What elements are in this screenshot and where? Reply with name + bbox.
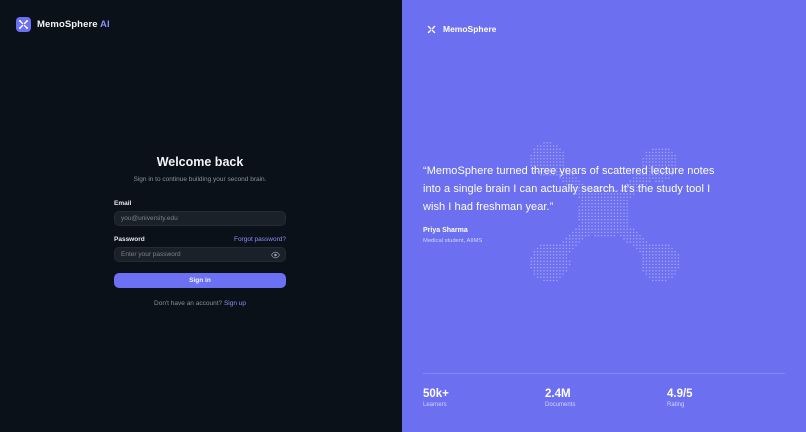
logo-icon (16, 17, 31, 32)
brand-name: MemoSphere AI (37, 19, 110, 30)
password-field-wrapper (114, 247, 286, 262)
testimonial-quote: “MemoSphere turned three years of scatte… (423, 165, 715, 214)
email-field-wrapper (114, 211, 286, 226)
login-panel: MemoSphere AI Welcome back Sign in to co… (0, 0, 402, 432)
stat-value: 50k+ (423, 388, 449, 400)
stat-label: Documents (545, 402, 576, 408)
stat-learners: 50k+ Learners (423, 388, 449, 408)
testimonial-author: Priya Sharma (423, 227, 468, 234)
right-brand-name: MemoSphere (443, 24, 497, 34)
brand-suffix: AI (100, 19, 110, 30)
stat-label: Learners (423, 402, 447, 408)
brand[interactable]: MemoSphere AI (16, 17, 110, 32)
forgot-password-link[interactable]: Forgot password? (234, 236, 286, 243)
password-label-row: Password Forgot password? (114, 236, 286, 243)
email-field[interactable] (121, 215, 271, 222)
stat-value: 4.9/5 (667, 388, 693, 400)
logo-icon (427, 25, 436, 33)
stats-divider (423, 373, 785, 374)
testimonial-panel: MemoSphere “MemoSphere turned three year… (402, 0, 806, 432)
signup-prompt-text: Don't have an account? (154, 300, 223, 307)
page-subtitle: Sign in to continue building your second… (133, 176, 267, 183)
eye-icon[interactable] (271, 251, 280, 259)
page-title: Welcome back (156, 155, 244, 169)
stat-documents: 2.4M Documents (545, 388, 575, 408)
stat-rating: 4.9/5 Rating (667, 388, 693, 408)
sign-up-link[interactable]: Sign up (224, 300, 246, 307)
email-label: Email (114, 200, 132, 207)
stat-label: Rating (667, 402, 685, 408)
password-field[interactable] (121, 251, 271, 258)
right-brand: MemoSphere (427, 24, 496, 34)
stat-value: 2.4M (545, 388, 571, 400)
sign-in-button[interactable]: Sign in (114, 273, 286, 288)
testimonial-role: Medical student, AIIMS (423, 238, 483, 244)
signup-prompt: Don't have an account? Sign up (114, 300, 286, 307)
password-label: Password (114, 236, 145, 243)
login-form: Welcome back Sign in to continue buildin… (114, 155, 286, 307)
